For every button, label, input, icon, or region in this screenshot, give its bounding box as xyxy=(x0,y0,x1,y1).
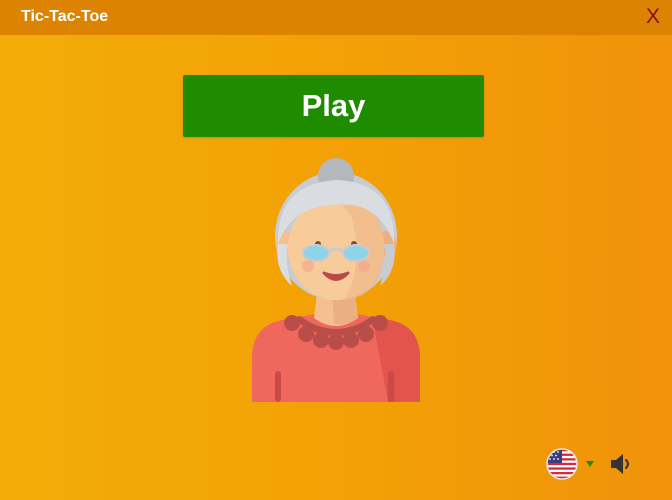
us-flag-icon[interactable] xyxy=(546,448,578,480)
speaker-icon[interactable] xyxy=(608,451,634,477)
caret-down-icon[interactable] xyxy=(585,460,595,468)
grandmother-avatar xyxy=(252,158,420,402)
app-window: Tic-Tac-Toe X Play xyxy=(0,0,672,500)
close-button[interactable]: X xyxy=(644,5,662,29)
window-title: Tic-Tac-Toe xyxy=(21,8,109,25)
title-bar: Tic-Tac-Toe X xyxy=(0,0,672,35)
play-button[interactable]: Play xyxy=(183,75,484,137)
